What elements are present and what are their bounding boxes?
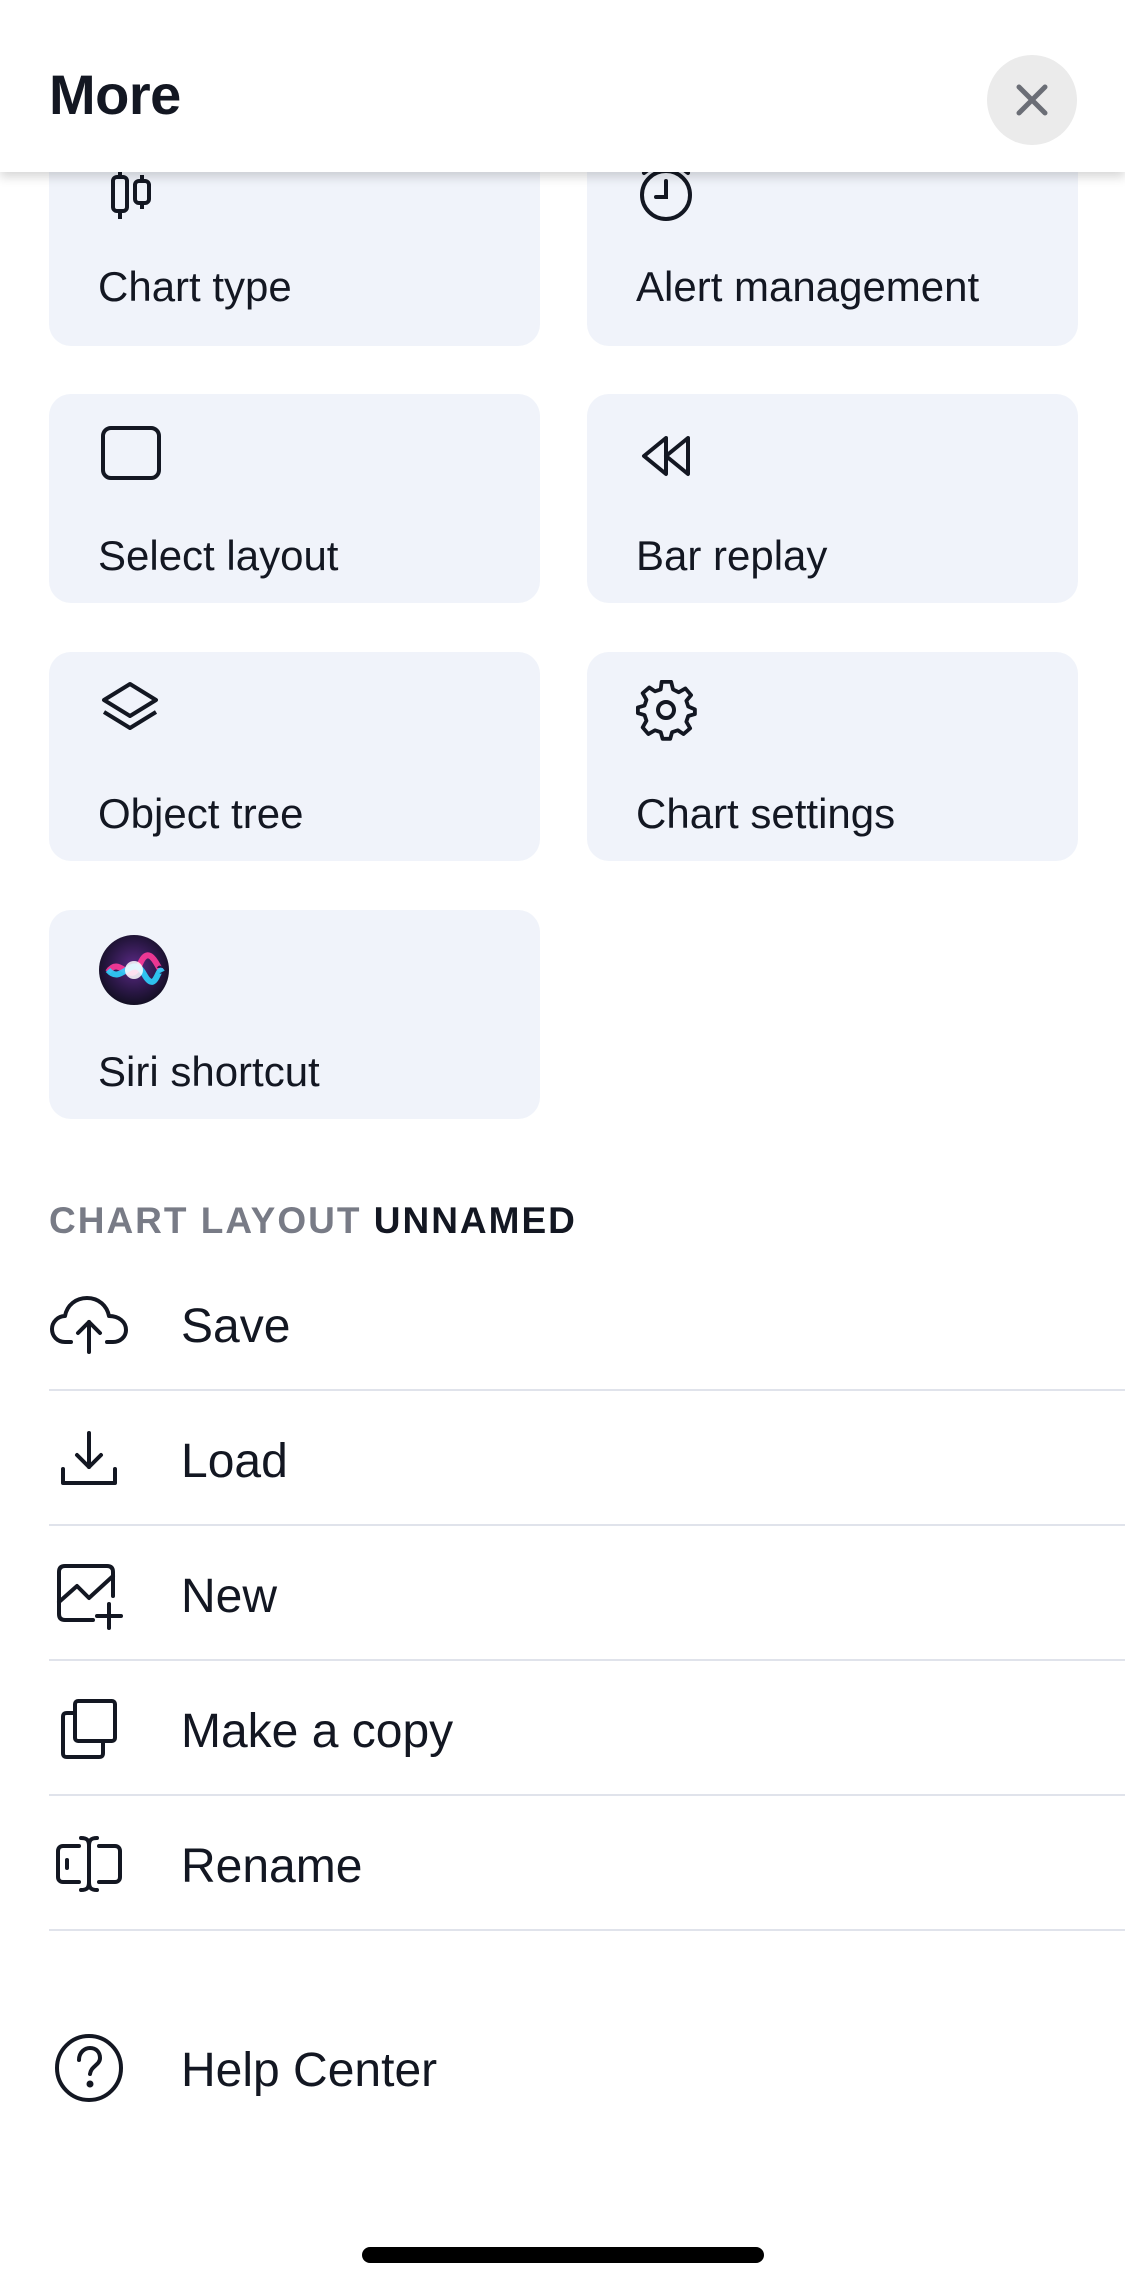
section-header: CHART LAYOUT UNNAMED: [49, 1200, 577, 1242]
tile-label: Siri shortcut: [98, 1048, 320, 1095]
layout-square-icon: [100, 424, 164, 488]
header: More: [0, 0, 1125, 172]
download-icon: [49, 1424, 129, 1494]
list-item-label: Make a copy: [181, 1705, 454, 1758]
divider: [49, 1659, 1125, 1661]
tile-label: Bar replay: [636, 532, 828, 579]
list-item-new[interactable]: New: [49, 1527, 1125, 1662]
list-item-label: New: [181, 1570, 278, 1623]
tile-select-layout[interactable]: Select layout: [49, 394, 540, 603]
divider: [49, 1794, 1125, 1796]
copy-icon: [49, 1694, 129, 1764]
tile-label: Select layout: [98, 532, 339, 579]
tile-bar-replay[interactable]: Bar replay: [587, 394, 1078, 603]
candlestick-icon: [98, 167, 162, 231]
tile-object-tree[interactable]: Object tree: [49, 652, 540, 861]
divider: [49, 1389, 1125, 1391]
page-title: More: [49, 63, 181, 126]
list-item-label: Rename: [181, 1840, 363, 1893]
close-icon: [1015, 83, 1049, 117]
list-item-label: Help Center: [181, 2044, 438, 2097]
divider: [49, 1524, 1125, 1526]
gear-icon: [636, 680, 700, 744]
layout-name: UNNAMED: [373, 1200, 577, 1241]
tile-label: Alert management: [636, 263, 980, 310]
tile-label: Chart settings: [636, 790, 896, 837]
tile-chart-settings[interactable]: Chart settings: [587, 652, 1078, 861]
list-item-help-center[interactable]: Help Center: [49, 2001, 1125, 2136]
section-prefix: CHART LAYOUT: [49, 1200, 362, 1241]
cloud-upload-icon: [49, 1289, 129, 1359]
siri-icon: [98, 934, 170, 1006]
list-item-load[interactable]: Load: [49, 1392, 1125, 1527]
divider: [49, 1929, 1125, 1931]
tile-label: Chart type: [98, 263, 292, 310]
tile-siri-shortcut[interactable]: Siri shortcut: [49, 910, 540, 1119]
list-item-make-a-copy[interactable]: Make a copy: [49, 1662, 1125, 1797]
list-item-save[interactable]: Save: [49, 1257, 1125, 1392]
alarm-clock-icon: [636, 163, 700, 227]
rewind-icon: [636, 432, 700, 496]
home-indicator: [362, 2247, 764, 2263]
rename-icon: [49, 1829, 129, 1899]
new-chart-icon: [49, 1559, 129, 1630]
list-item-rename[interactable]: Rename: [49, 1797, 1125, 1932]
tile-label: Object tree: [98, 790, 304, 837]
layers-icon: [98, 680, 162, 744]
close-button[interactable]: [987, 55, 1077, 145]
list-item-label: Save: [181, 1300, 291, 1353]
list-item-label: Load: [181, 1435, 288, 1488]
question-circle-icon: [49, 2033, 129, 2103]
